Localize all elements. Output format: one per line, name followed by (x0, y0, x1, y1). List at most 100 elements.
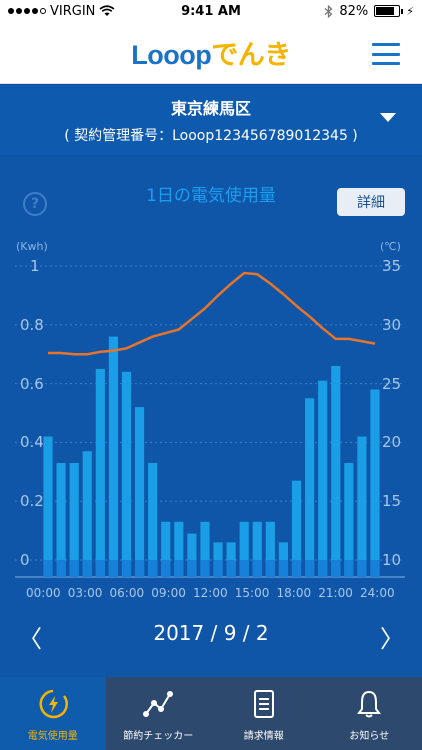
detail-button[interactable]: 詳細 (337, 188, 405, 216)
tab-label: 節約チェッカー (123, 731, 194, 742)
usage-bar-base (56, 560, 66, 577)
usage-bar (108, 336, 118, 577)
usage-bar-base (43, 560, 53, 577)
document-icon (247, 687, 281, 721)
usage-bar (69, 462, 79, 577)
usage-bar-base (121, 560, 132, 577)
usage-bar-base (370, 560, 380, 577)
x-tick-label: 21:00 (318, 586, 353, 600)
y-right-tick-label: 35 (382, 257, 402, 275)
usage-chart (15, 265, 405, 578)
x-tick-label: 18:00 (276, 586, 312, 600)
y-axis-right-unit: (℃) (380, 240, 401, 253)
usage-bar (331, 365, 341, 577)
graph-icon (141, 687, 175, 721)
tab-billing[interactable]: 請求情報 (211, 677, 317, 750)
x-tick-label: 09:00 (151, 586, 186, 600)
usage-bar-base (239, 560, 249, 577)
tab-label: お知らせ (349, 731, 390, 742)
status-bar: VIRGIN 9:41 AM 82% ⚡ (0, 0, 422, 22)
usage-bar-base (213, 560, 223, 577)
status-right: 82% ⚡ (324, 4, 414, 19)
app-header: Looopでんき (0, 22, 422, 84)
usage-bar-base (252, 560, 262, 577)
usage-bar-base (265, 560, 275, 577)
usage-bar-base (82, 560, 92, 577)
usage-bar-base (200, 560, 210, 577)
usage-bar-base (148, 560, 158, 577)
menu-button[interactable] (372, 43, 400, 65)
chart-panel: ? 1日の電気使用量 詳細 (Kwh) (℃) 0 0.2 0.4 0.6 0.8 1 1… (0, 155, 422, 677)
usage-bar (121, 371, 132, 577)
usage-bar (82, 451, 92, 577)
y-left-tick-label: 0.6 (20, 374, 44, 393)
tab-notifications[interactable]: お知らせ (317, 677, 422, 750)
contract-area: 東京練馬区 (170, 99, 251, 118)
usage-bar-base (226, 560, 236, 577)
y-right-tick-label: 30 (382, 315, 402, 334)
tab-saving-checker[interactable]: 節約チェッカー (106, 677, 212, 750)
contract-selector[interactable]: 東京練馬区 ( 契約管理番号：Looop123456789012345 ) (0, 85, 422, 155)
signal-icon (8, 8, 46, 14)
usage-bar-base (344, 560, 354, 577)
usage-bar-base (278, 560, 289, 577)
usage-bar (305, 398, 315, 577)
usage-bar-base (305, 560, 315, 577)
usage-bar (357, 436, 367, 577)
usage-bar (370, 389, 380, 577)
usage-bar (148, 462, 158, 577)
next-date-button[interactable]: 〉 (380, 619, 404, 654)
contract-number: ( 契約管理番号：Looop123456789012345 ) (64, 128, 358, 144)
menu-icon-bar (372, 52, 400, 56)
app-logo: Looopでんき (131, 33, 291, 72)
usage-bar-base (134, 560, 145, 577)
tab-label: 電気使用量 (27, 731, 78, 742)
usage-bar-base (318, 560, 328, 577)
status-left: VIRGIN (8, 4, 115, 19)
y-left-tick-label: 1 (30, 257, 40, 275)
y-right-tick-label: 10 (382, 551, 402, 569)
x-tick-label: 12:00 (193, 586, 228, 600)
battery-icon (374, 5, 404, 17)
x-tick-label: 00:00 (26, 586, 61, 600)
chevron-down-icon[interactable] (380, 113, 396, 122)
logo-denki: でんき (211, 40, 291, 70)
temperature-line (48, 271, 376, 356)
charging-icon: ⚡ (406, 4, 414, 18)
y-left-tick-label: 0 (20, 551, 30, 569)
usage-bar (56, 462, 66, 577)
usage-bar-base (161, 560, 171, 577)
menu-icon-bar (372, 43, 400, 46)
date-navigator: 〈 2017 / 9 / 2 〉 (0, 615, 422, 655)
tab-usage[interactable]: 電気使用量 (0, 677, 106, 750)
x-tick-label: 15:00 (234, 586, 270, 600)
bluetooth-icon (324, 4, 333, 18)
usage-bar (318, 380, 328, 577)
usage-bar-base (95, 560, 105, 577)
usage-bar-base (108, 560, 118, 577)
logo-looop: Looop (131, 40, 212, 70)
y-right-tick-label: 25 (382, 374, 402, 393)
menu-icon-bar (372, 62, 400, 65)
y-left-tick-label: 0.8 (20, 315, 44, 334)
tab-label: 請求情報 (243, 731, 284, 742)
x-tick-label: 24:00 (360, 586, 395, 600)
x-tick-label: 03:00 (67, 586, 103, 600)
usage-bar-base (69, 560, 79, 577)
usage-bar-base (187, 560, 197, 577)
carrier-name: VIRGIN (50, 3, 96, 19)
usage-bar-base (291, 560, 302, 577)
usage-bar (43, 436, 53, 577)
usage-bar-base (357, 560, 367, 577)
usage-bar-base (331, 560, 341, 577)
lightning-icon (36, 687, 70, 721)
usage-bar (134, 407, 145, 577)
x-tick-label: 06:00 (109, 586, 145, 600)
battery-percent: 82% (339, 3, 369, 19)
y-axis-left-unit: (Kwh) (16, 240, 48, 253)
current-date: 2017 / 9 / 2 (153, 621, 269, 645)
usage-bar-base (174, 560, 184, 577)
usage-bar (344, 462, 354, 577)
y-left-tick-label: 0.2 (20, 492, 44, 511)
y-right-tick-label: 15 (382, 492, 402, 511)
